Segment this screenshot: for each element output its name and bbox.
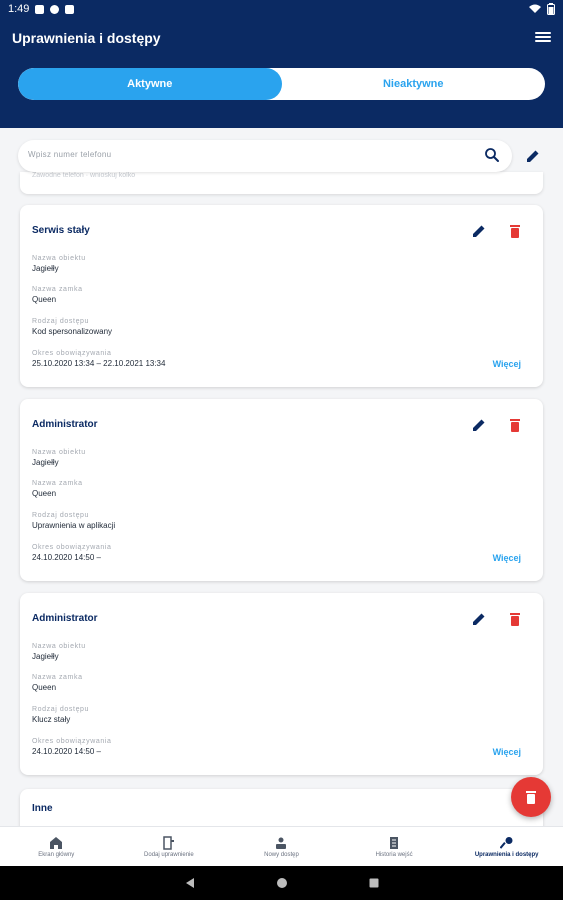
menu-icon[interactable] <box>535 30 551 44</box>
search-placeholder: Wpisz numer telefonu <box>28 150 112 159</box>
search-row: Wpisz numer telefonu <box>18 140 545 172</box>
back-icon[interactable] <box>184 877 196 889</box>
field-value: Uprawnienia w aplikacji <box>32 521 116 530</box>
field-label: Rodzaj dostępu <box>32 318 90 325</box>
sim-icon <box>65 4 75 14</box>
field-access-type: Rodzaj dostępu Uprawnienia w aplikacji <box>32 512 115 530</box>
field-value: Jagiełły <box>32 652 59 661</box>
field-value: Jagiełły <box>32 458 59 467</box>
field-value: Queen <box>32 683 57 692</box>
field-object: Nazwa obiektu Jagiełły <box>32 449 86 467</box>
field-lock: Nazwa zamka Queen <box>32 480 83 498</box>
field-validity: Okres obowiązywania 25.10.2020 13:34 – 2… <box>32 350 165 368</box>
card-title: Administrator <box>32 419 98 430</box>
key-icon <box>499 836 513 849</box>
more-link[interactable]: Więcej <box>493 553 521 563</box>
notification-icon <box>50 4 60 14</box>
field-access-type: Rodzaj dostępu Klucz stały <box>32 706 89 724</box>
field-value: Queen <box>32 295 57 304</box>
field-label: Nazwa zamka <box>32 480 83 487</box>
notification-icon <box>35 4 45 14</box>
status-tabs: Aktywne Nieaktywne <box>18 68 545 100</box>
card-actions <box>471 417 523 433</box>
nav-item-add-permission[interactable]: Dodaj uprawnienie <box>113 827 226 866</box>
trash-icon <box>526 791 536 804</box>
list-item: Zawodne telefon · wnioskuj kolko <box>20 172 543 194</box>
card-title: Inne <box>32 803 53 814</box>
card-title: Serwis stały <box>32 225 90 236</box>
access-card: Inne <box>20 789 543 826</box>
nav-item-new-access[interactable]: Nowy dostęp <box>225 827 338 866</box>
field-object: Nazwa obiektu Jagiełły <box>32 255 86 273</box>
card-actions <box>471 223 523 239</box>
edit-icon[interactable] <box>471 223 487 239</box>
nav-item-permissions[interactable]: Uprawnienia i dostępy <box>450 827 563 866</box>
field-label: Nazwa obiektu <box>32 449 86 456</box>
nav-label: Ekran główny <box>38 851 75 858</box>
page-title: Uprawnienia i dostępy <box>12 30 161 46</box>
field-value: 25.10.2020 13:34 – 22.10.2021 13:34 <box>32 359 166 368</box>
door-icon <box>163 835 174 850</box>
field-label: Nazwa zamka <box>32 674 83 681</box>
trash-icon[interactable] <box>507 223 523 239</box>
field-validity: Okres obowiązywania 24.10.2020 14:50 – <box>32 738 112 756</box>
trash-icon[interactable] <box>507 417 523 433</box>
nav-label: Nowy dostęp <box>264 851 299 858</box>
recents-icon[interactable] <box>368 877 380 889</box>
field-value: Queen <box>32 489 57 498</box>
status-time: 1:49 <box>8 3 30 15</box>
field-label: Nazwa obiektu <box>32 643 86 650</box>
edit-icon[interactable] <box>525 148 541 164</box>
access-card: Serwis stały Nazwa obiektu Jagiełły Nazw… <box>20 205 543 387</box>
document-icon <box>390 836 399 849</box>
edit-icon[interactable] <box>471 417 487 433</box>
home-icon <box>50 836 63 849</box>
access-card: Administrator Nazwa obiektu Jagiełły Naz… <box>20 399 543 581</box>
card-actions <box>471 611 523 627</box>
field-label: Okres obowiązywania <box>32 350 112 357</box>
battery-icon <box>547 3 555 15</box>
field-value: Kod spersonalizowany <box>32 327 113 336</box>
nav-label: Uprawnienia i dostępy <box>474 851 539 858</box>
nav-label: Historia wejść <box>375 851 413 858</box>
field-value: Jagiełły <box>32 264 59 273</box>
access-list: Zawodne telefon · wnioskuj kolko Wpisz n… <box>0 128 563 826</box>
tab-inactive[interactable]: Nieaktywne <box>282 68 546 100</box>
more-link[interactable]: Więcej <box>493 359 521 369</box>
field-label: Okres obowiązywania <box>32 738 112 745</box>
system-nav-bar <box>0 866 563 900</box>
search-icon[interactable] <box>484 147 500 163</box>
home-button-icon[interactable] <box>276 877 288 889</box>
field-value: 24.10.2020 14:50 – <box>32 553 101 562</box>
tab-active[interactable]: Aktywne <box>18 68 282 100</box>
bottom-nav: Ekran główny Dodaj uprawnienie Nowy dost… <box>0 826 563 866</box>
nav-label: Dodaj uprawnienie <box>144 851 194 858</box>
field-value: Klucz stały <box>32 715 71 724</box>
status-bar: 1:49 <box>0 0 563 18</box>
field-value: 24.10.2020 14:50 – <box>32 747 101 756</box>
card-title: Administrator <box>32 613 98 624</box>
field-label: Okres obowiązywania <box>32 544 112 551</box>
delete-fab-button[interactable] <box>511 777 551 817</box>
access-card: Administrator Nazwa obiektu Jagiełły Naz… <box>20 593 543 775</box>
partial-card-text: Zawodne telefon · wnioskuj kolko <box>32 172 136 179</box>
field-object: Nazwa obiektu Jagiełły <box>32 643 86 661</box>
field-label: Nazwa obiektu <box>32 255 86 262</box>
nav-item-history[interactable]: Historia wejść <box>338 827 451 866</box>
field-label: Rodzaj dostępu <box>32 706 90 713</box>
app-header: Uprawnienia i dostępy Aktywne Nieaktywne <box>0 18 563 128</box>
nav-item-home[interactable]: Ekran główny <box>0 827 113 866</box>
field-label: Nazwa zamka <box>32 286 83 293</box>
trash-icon[interactable] <box>507 611 523 627</box>
search-field[interactable]: Wpisz numer telefonu <box>18 140 512 172</box>
person-badge-icon <box>276 837 287 849</box>
edit-icon[interactable] <box>471 611 487 627</box>
field-validity: Okres obowiązywania 24.10.2020 14:50 – <box>32 544 112 562</box>
more-link[interactable]: Więcej <box>493 747 521 757</box>
field-access-type: Rodzaj dostępu Kod spersonalizowany <box>32 318 112 336</box>
field-lock: Nazwa zamka Queen <box>32 286 83 304</box>
field-label: Rodzaj dostępu <box>32 512 90 519</box>
wifi-icon <box>529 4 541 13</box>
field-lock: Nazwa zamka Queen <box>32 674 83 692</box>
